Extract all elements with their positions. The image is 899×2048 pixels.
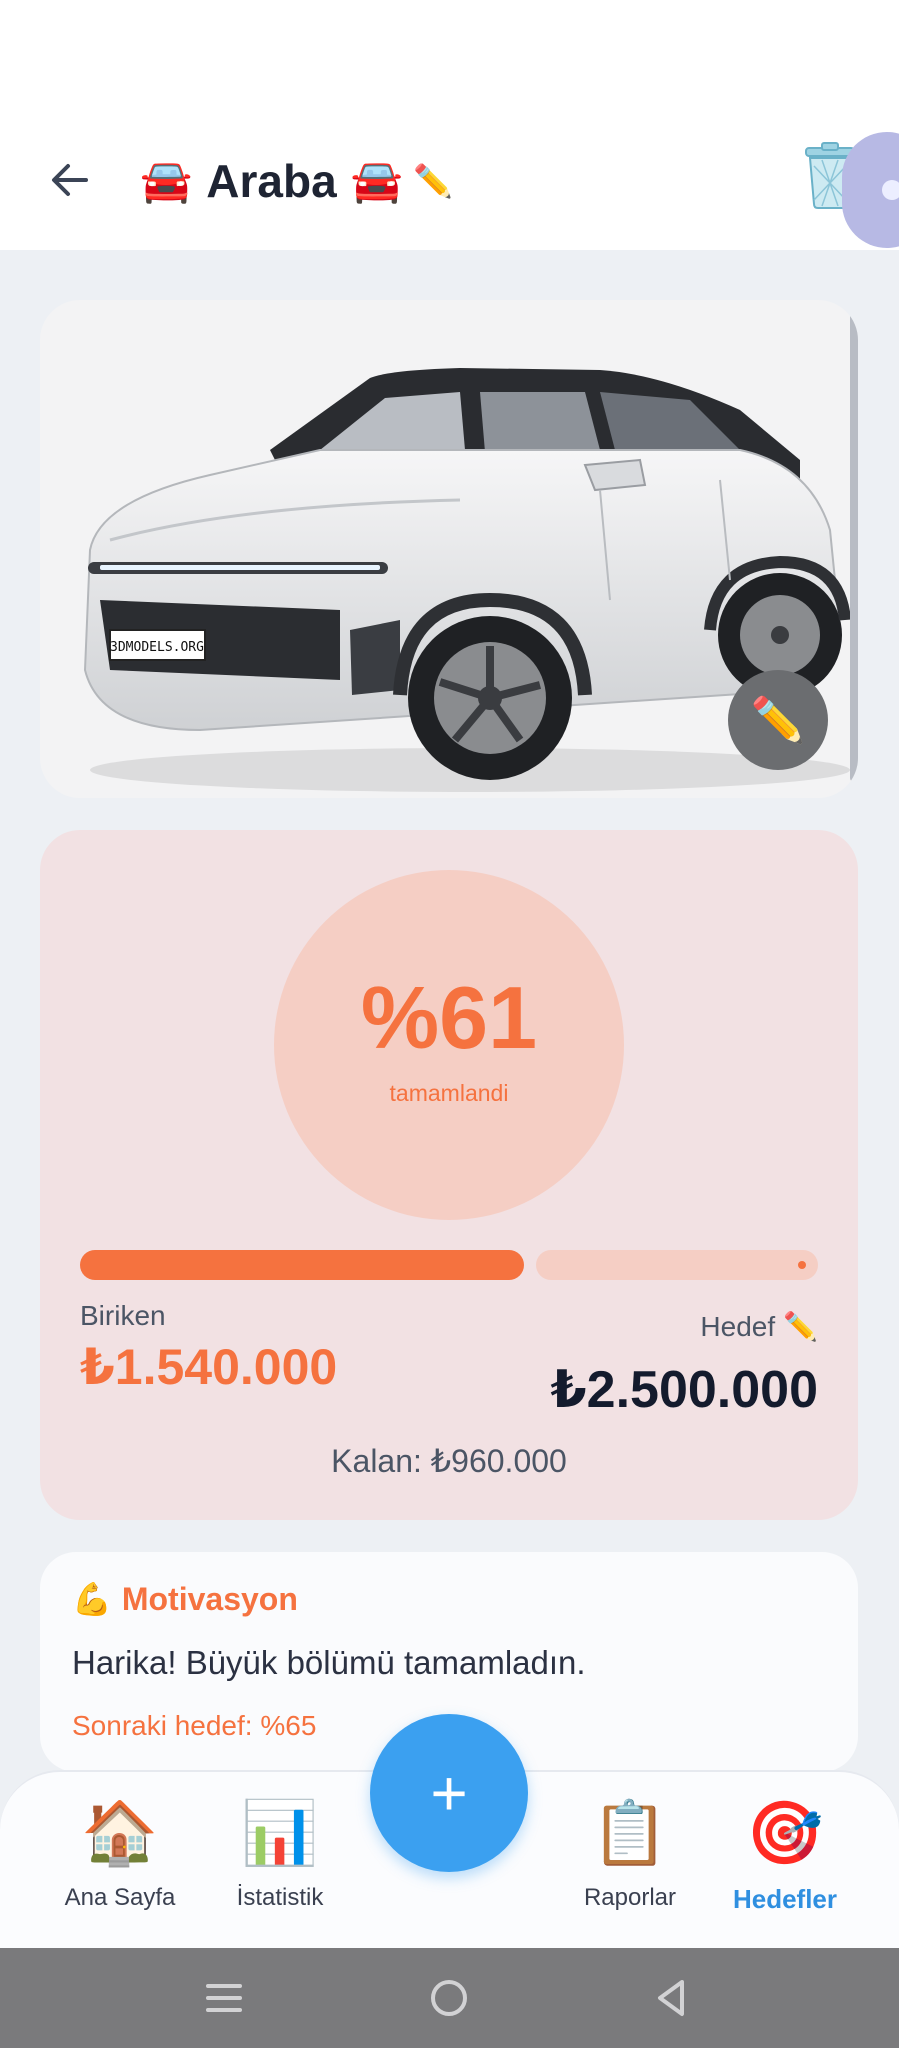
target-icon: 🎯 [746, 1799, 824, 1868]
progress-card: %61 tamamlandi Biriken ₺1.540.000 Hedef … [40, 830, 858, 1520]
pencil-icon: ✏️ [750, 696, 806, 745]
nav-label-home: Ana Sayfa [64, 1884, 176, 1911]
goal-label-row: Hedef ✏️ [700, 1310, 818, 1343]
clipboard-icon: 📋 [591, 1799, 669, 1868]
progress-bar-end-dot [798, 1261, 806, 1269]
flexed-biceps-icon: 💪 [72, 1581, 112, 1617]
percent-label: tamamlandi [389, 1079, 509, 1106]
house-icon: 🏠 [81, 1799, 159, 1868]
edit-goal-icon[interactable]: ✏️ [783, 1310, 818, 1343]
motivation-text: Harika! Büyük bölümü tamamladın. [72, 1644, 586, 1681]
goal-value: ₺2.500.000 [550, 1361, 818, 1419]
progress-ring: %61 tamamlandi [274, 870, 624, 1220]
edit-title-icon[interactable]: ✏️ [413, 162, 453, 200]
license-plate-text: 3DMODELS.ORG [110, 640, 204, 655]
home-circle-icon[interactable] [427, 1976, 471, 2020]
handle-icon [882, 180, 899, 200]
next-goal-text: Sonraki hedef: %65 [72, 1710, 317, 1741]
recent-apps-icon[interactable] [202, 1976, 246, 2020]
edit-image-button[interactable]: ✏️ [728, 670, 828, 770]
nav-item-statistics[interactable]: 📊 İstatistik [195, 1792, 365, 1932]
nav-item-home[interactable]: 🏠 Ana Sayfa [35, 1792, 205, 1932]
saved-value: ₺1.540.000 [80, 1339, 338, 1395]
page-title-text: Araba [206, 155, 337, 207]
nav-label-goals: Hedefler [732, 1884, 838, 1914]
nav-label-reports: Raporlar [583, 1884, 677, 1911]
progress-bar-fill [80, 1250, 524, 1280]
image-scrollbar[interactable] [850, 312, 858, 782]
car-icon: 🚘 [350, 156, 403, 204]
system-back-icon[interactable] [650, 1976, 694, 2020]
side-panel-handle[interactable] [842, 132, 899, 248]
nav-item-reports[interactable]: 📋 Raporlar [545, 1792, 715, 1932]
motivation-title-row: 💪 Motivasyon [72, 1580, 298, 1618]
goal-label: Hedef [700, 1310, 776, 1342]
plus-icon: + [430, 1757, 468, 1829]
add-button[interactable]: + [370, 1714, 528, 1872]
progress-bar [80, 1250, 818, 1280]
saved-label: Biriken [80, 1300, 166, 1331]
app-header: 🚘 Araba 🚘 ✏️ [0, 120, 899, 250]
arrow-left-icon [52, 164, 88, 196]
percent-value: %61 [360, 967, 538, 1067]
status-bar [0, 0, 899, 120]
motivation-title: Motivasyon [121, 1580, 298, 1617]
remaining-amount: Kalan: ₺960.000 [331, 1443, 567, 1479]
nav-label-statistics: İstatistik [236, 1884, 324, 1911]
back-button[interactable] [40, 150, 100, 210]
progress-bar-track [536, 1250, 818, 1280]
car-icon: 🚘 [140, 156, 193, 204]
page-title: 🚘 Araba 🚘 ✏️ [140, 150, 453, 212]
nav-item-goals[interactable]: 🎯 Hedefler [700, 1792, 870, 1932]
system-navigation-bar [0, 1948, 899, 2048]
bar-chart-icon: 📊 [241, 1799, 319, 1868]
